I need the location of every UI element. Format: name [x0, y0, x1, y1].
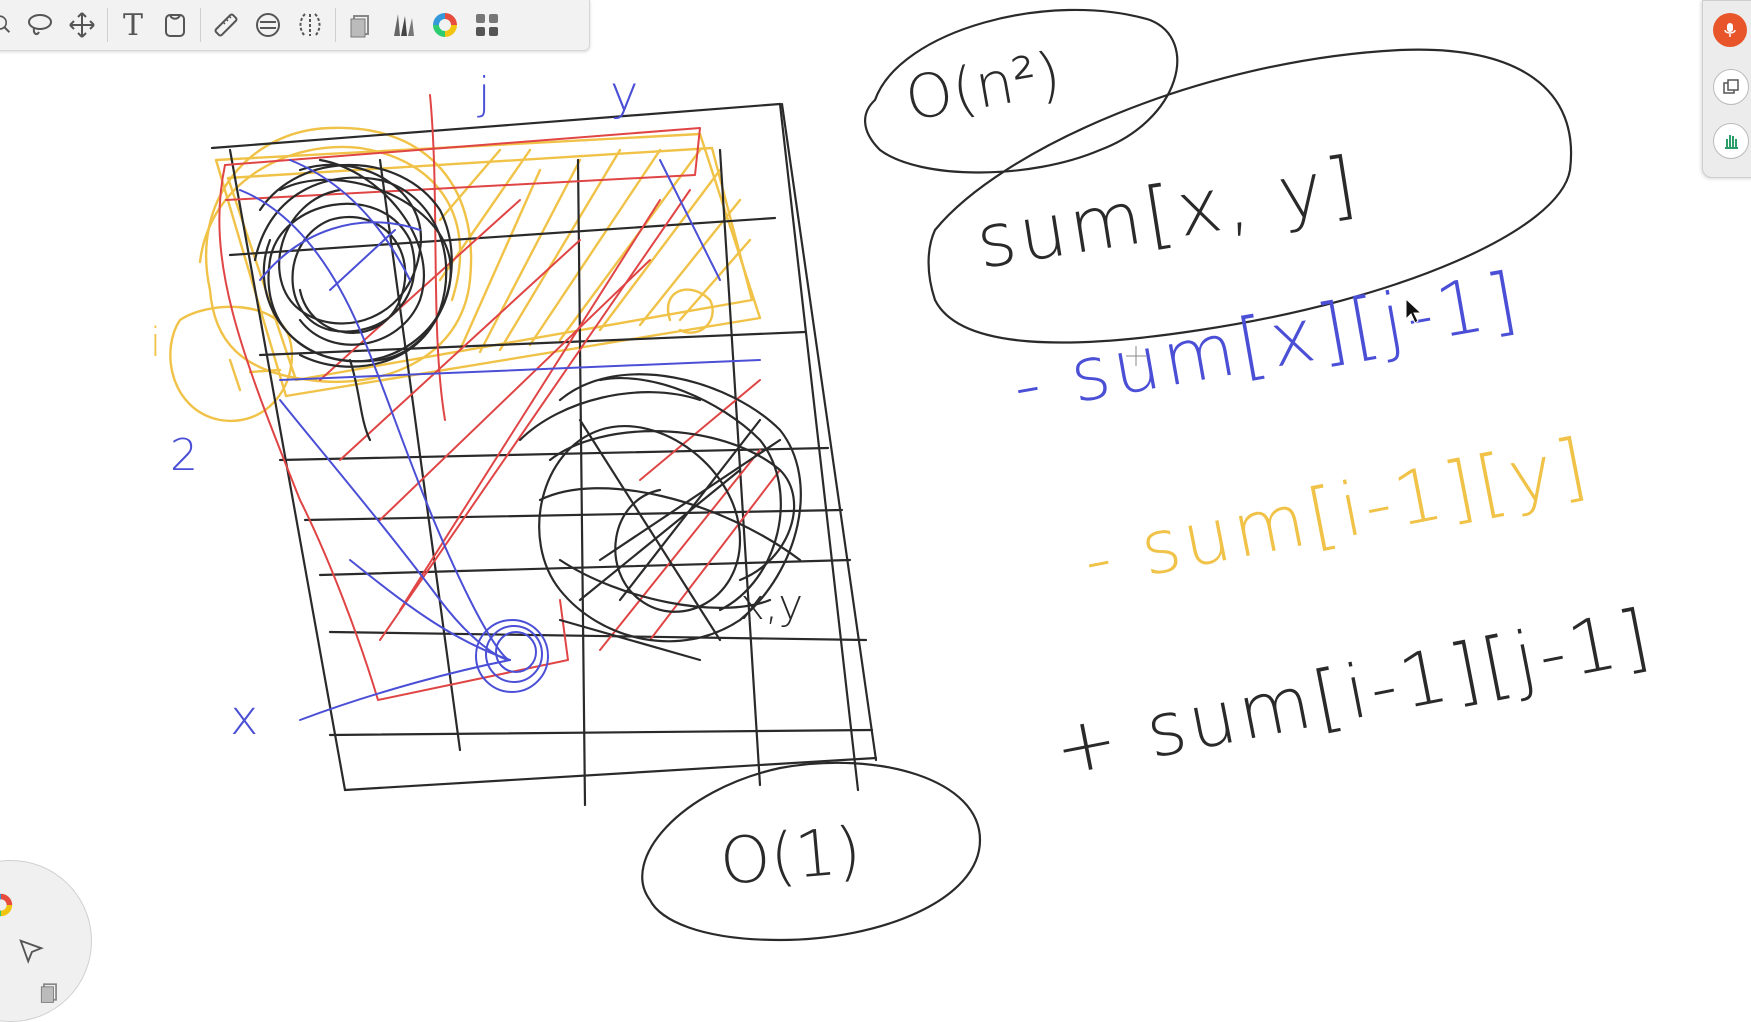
grid-lines — [210, 102, 878, 807]
label-y: y — [610, 66, 639, 122]
lasso-icon[interactable] — [19, 4, 61, 46]
symmetry-icon[interactable] — [247, 4, 289, 46]
label-x: x — [230, 690, 259, 746]
crosshair-icon — [1126, 346, 1146, 366]
selection-arrow-icon[interactable] — [17, 937, 45, 965]
color-wheel-icon[interactable] — [0, 891, 15, 919]
label-j: j — [478, 68, 491, 119]
magnify-icon[interactable] — [0, 4, 19, 46]
label-xy: x,y — [740, 580, 804, 629]
hand-icon[interactable] — [1713, 123, 1749, 159]
layers-icon[interactable] — [340, 4, 382, 46]
menu-grid-icon[interactable] — [466, 4, 508, 46]
mouse-cursor-icon — [1405, 298, 1423, 324]
ruler-icon[interactable] — [205, 4, 247, 46]
color-wheel-icon[interactable] — [424, 4, 466, 46]
text-tool-icon[interactable]: T — [112, 4, 154, 46]
side-panel — [1702, 0, 1751, 178]
label-2: 2 — [170, 430, 198, 481]
label-i: i — [150, 320, 162, 366]
brush-library-icon[interactable] — [382, 4, 424, 46]
perspective-icon[interactable] — [289, 4, 331, 46]
move-icon[interactable] — [61, 4, 103, 46]
top-toolbar: T — [0, 0, 590, 51]
window-icon[interactable] — [1713, 69, 1749, 105]
mic-icon[interactable] — [1713, 13, 1747, 47]
fill-icon[interactable] — [154, 4, 196, 46]
note-complexity-1: O(1) — [717, 813, 864, 901]
layers-icon[interactable] — [37, 979, 63, 1005]
